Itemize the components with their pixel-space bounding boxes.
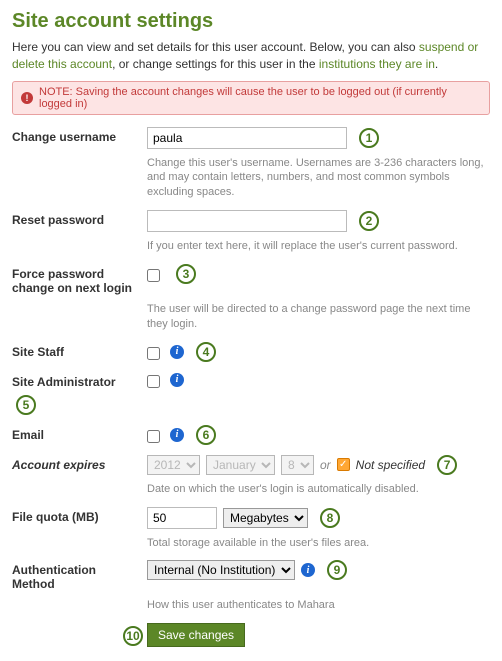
intro-text: Here you can view and set details for th… (12, 39, 490, 73)
annotation-badge-3: 3 (176, 264, 196, 284)
reset-password-help: If you enter text here, it will replace … (147, 239, 490, 254)
intro-part2: , or change settings for this user in th… (112, 57, 319, 71)
or-text: or (320, 458, 331, 472)
annotation-badge-10: 10 (123, 626, 143, 646)
info-icon[interactable]: i (170, 345, 184, 359)
site-admin-checkbox[interactable] (147, 375, 160, 388)
expires-month-select[interactable]: January (206, 455, 275, 475)
info-icon[interactable]: i (170, 373, 184, 387)
change-username-label: Change username (12, 127, 147, 144)
annotation-badge-1: 1 (359, 128, 379, 148)
info-icon[interactable]: i (301, 563, 315, 577)
reset-password-label: Reset password (12, 210, 147, 227)
account-expires-help: Date on which the user's login is automa… (147, 482, 490, 497)
force-password-help: The user will be directed to a change pa… (147, 302, 490, 332)
email-label: Email (12, 425, 147, 442)
expires-year-select[interactable]: 2012 (147, 455, 200, 475)
annotation-badge-7: 7 (437, 455, 457, 475)
alert-icon: ! (21, 92, 33, 104)
auth-method-help: How this user authenticates to Mahara (147, 598, 490, 613)
auth-method-label: Authentication Method (12, 560, 147, 591)
change-username-help: Change this user's username. Usernames a… (147, 156, 490, 201)
site-staff-label: Site Staff (12, 342, 147, 359)
annotation-badge-8: 8 (320, 508, 340, 528)
email-checkbox[interactable] (147, 430, 160, 443)
save-changes-button[interactable]: Save changes (147, 623, 245, 647)
annotation-badge-9: 9 (327, 560, 347, 580)
file-quota-input[interactable] (147, 507, 217, 529)
site-admin-label: Site Administrator (12, 375, 116, 389)
annotation-badge-4: 4 (196, 342, 216, 362)
expires-day-select[interactable]: 8 (281, 455, 314, 475)
warning-note: ! NOTE: Saving the account changes will … (12, 81, 490, 115)
change-username-input[interactable] (147, 127, 347, 149)
site-staff-checkbox[interactable] (147, 347, 160, 360)
force-password-label: Force password change on next login (12, 264, 147, 295)
account-expires-label: Account expires (12, 455, 147, 472)
annotation-badge-2: 2 (359, 211, 379, 231)
annotation-badge-5: 5 (16, 395, 36, 415)
file-quota-help: Total storage available in the user's fi… (147, 536, 490, 551)
page-title: Site account settings (12, 10, 490, 33)
info-icon[interactable]: i (170, 428, 184, 442)
annotation-badge-6: 6 (196, 425, 216, 445)
not-specified-checkbox[interactable]: ✓ (337, 458, 350, 471)
file-quota-label: File quota (MB) (12, 507, 147, 524)
intro-part3: . (435, 57, 438, 71)
force-password-checkbox[interactable] (147, 269, 160, 282)
intro-part1: Here you can view and set details for th… (12, 40, 419, 54)
file-quota-unit-select[interactable]: Megabytes (223, 508, 308, 528)
auth-method-select[interactable]: Internal (No Institution) (147, 560, 295, 580)
institutions-link[interactable]: institutions they are in (319, 57, 435, 71)
not-specified-label: Not specified (356, 458, 425, 472)
warning-text: NOTE: Saving the account changes will ca… (39, 86, 481, 110)
reset-password-input[interactable] (147, 210, 347, 232)
